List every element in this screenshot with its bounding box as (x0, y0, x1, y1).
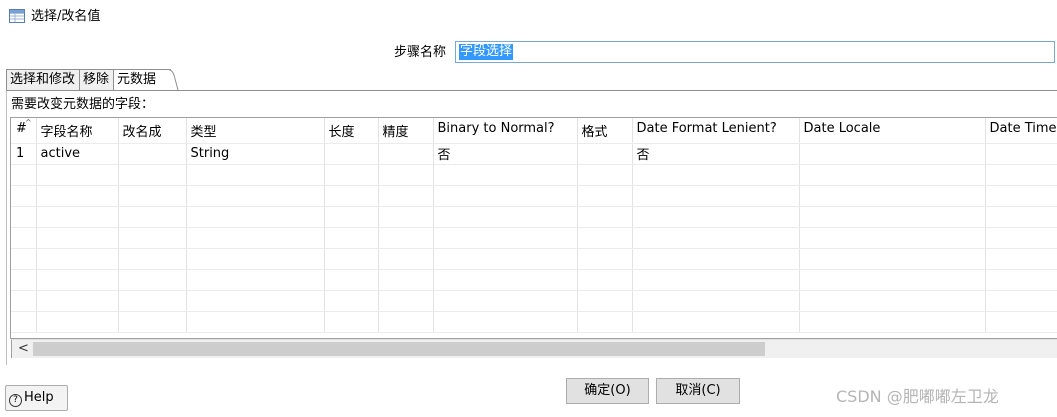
step-name-label: 步骤名称 (394, 45, 447, 60)
sort-caret-icon: ^ (25, 118, 32, 127)
tab-select-and-modify[interactable]: 选择和修改 (6, 69, 80, 90)
column-header-date-format-lenient[interactable]: Date Format Lenient? (632, 118, 800, 144)
horizontal-scrollbar[interactable]: < (11, 339, 1057, 358)
table-row[interactable]: 1 active String 否 否 (11, 143, 1057, 165)
cell-date-time[interactable] (985, 143, 1057, 165)
cell-rename-to[interactable] (118, 143, 187, 165)
fields-table[interactable]: ^ # 字段名称 改名成 类型 长度 精度 Binary to Normal? … (10, 117, 1057, 339)
column-header-binary-to-normal[interactable]: Binary to Normal? (433, 118, 578, 144)
step-name-value: 字段选择 (459, 44, 514, 60)
watermark: CSDN @肥嘟嘟左卫龙 (836, 387, 999, 406)
help-button-label: Help (24, 390, 54, 405)
tab-metadata[interactable]: 元数据 (113, 69, 171, 91)
empty-table-row[interactable] (11, 227, 1057, 249)
cell-length[interactable] (324, 143, 379, 165)
cell-index: 1 (11, 143, 37, 165)
column-header-length[interactable]: 长度 (324, 118, 379, 144)
empty-table-row[interactable] (11, 185, 1057, 207)
column-header-format[interactable]: 格式 (577, 118, 633, 144)
column-header-field-name[interactable]: 字段名称 (36, 118, 119, 144)
column-header-index[interactable]: ^ # (11, 118, 37, 144)
scrollbar-thumb[interactable] (33, 342, 765, 356)
empty-table-row[interactable] (11, 206, 1057, 228)
help-button[interactable]: ? Help (5, 385, 68, 411)
transform-grid-icon (9, 9, 25, 23)
cell-precision[interactable] (378, 143, 434, 165)
cell-date-locale[interactable] (799, 143, 986, 165)
help-icon: ? (9, 394, 22, 407)
column-header-date-locale[interactable]: Date Locale (799, 118, 986, 144)
ok-button[interactable]: 确定(O) (566, 378, 649, 404)
scroll-left-arrow-icon[interactable]: < (18, 341, 29, 356)
empty-table-row[interactable] (11, 248, 1057, 270)
tab-remove[interactable]: 移除 (79, 69, 114, 90)
cell-format[interactable] (577, 143, 633, 165)
cell-field-name[interactable]: active (36, 143, 119, 165)
table-header-row: ^ # 字段名称 改名成 类型 长度 精度 Binary to Normal? … (11, 118, 1057, 144)
step-name-input[interactable]: 字段选择 (455, 41, 1055, 63)
column-header-precision[interactable]: 精度 (378, 118, 434, 144)
column-header-rename-to[interactable]: 改名成 (118, 118, 187, 144)
cell-type[interactable]: String (186, 143, 325, 165)
column-header-type[interactable]: 类型 (186, 118, 325, 144)
cell-date-format-lenient[interactable]: 否 (632, 143, 800, 165)
panel-caption: 需要改变元数据的字段： (11, 97, 155, 112)
column-header-date-time[interactable]: Date Time (985, 118, 1057, 144)
cell-binary-to-normal[interactable]: 否 (433, 143, 578, 165)
tab-corner-decoration (164, 69, 179, 90)
empty-table-row[interactable] (11, 164, 1057, 186)
window-title: 选择/改名值 (31, 9, 101, 24)
empty-table-row[interactable] (11, 269, 1057, 291)
empty-table-row[interactable] (11, 290, 1057, 312)
empty-table-row[interactable] (11, 311, 1057, 333)
cancel-button[interactable]: 取消(C) (656, 378, 740, 404)
